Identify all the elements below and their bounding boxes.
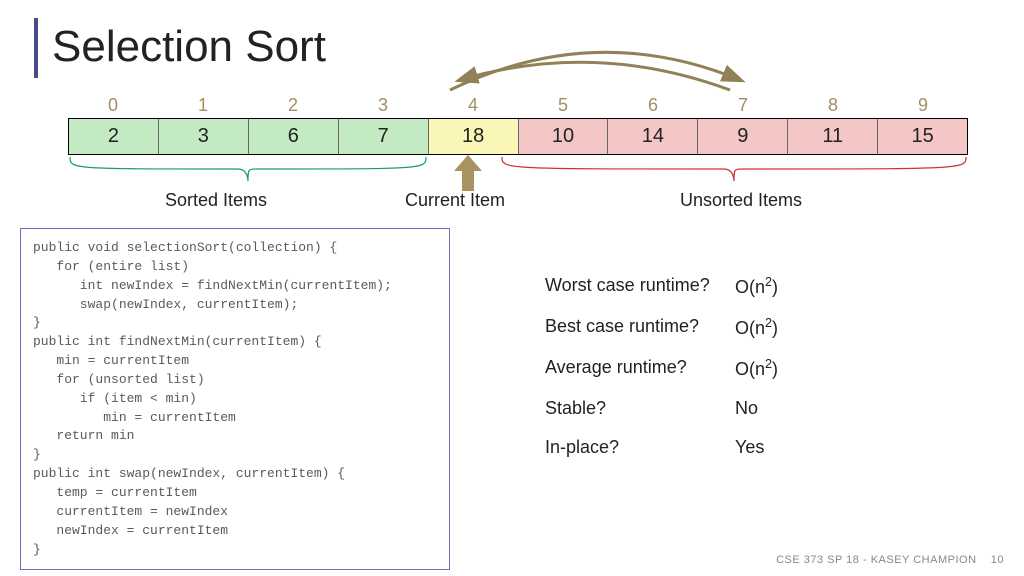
property-row: Average runtime?O(n2) — [545, 357, 778, 380]
property-label: Best case runtime? — [545, 316, 735, 339]
property-label: Stable? — [545, 398, 735, 419]
array-index: 4 — [428, 95, 518, 118]
brace-sorted-icon — [68, 155, 428, 185]
array-visualization: 0123456789 236718101491115 — [68, 95, 968, 155]
footer-credit: CSE 373 SP 18 - KASEY CHAMPION 10 — [776, 554, 1004, 566]
array-cell: 3 — [159, 119, 249, 154]
array-index: 5 — [518, 95, 608, 118]
array-index: 3 — [338, 95, 428, 118]
array-cell: 6 — [249, 119, 339, 154]
page-title: Selection Sort — [52, 22, 326, 72]
property-value: O(n2) — [735, 275, 778, 298]
property-row: In-place?Yes — [545, 437, 778, 458]
array-cell: 11 — [788, 119, 878, 154]
property-row: Best case runtime?O(n2) — [545, 316, 778, 339]
array-index: 7 — [698, 95, 788, 118]
unsorted-label: Unsorted Items — [680, 190, 802, 211]
current-label: Current Item — [405, 190, 505, 211]
array-index: 6 — [608, 95, 698, 118]
array-index: 1 — [158, 95, 248, 118]
code-listing: public void selectionSort(collection) { … — [20, 228, 450, 570]
property-label: Average runtime? — [545, 357, 735, 380]
property-row: Worst case runtime?O(n2) — [545, 275, 778, 298]
property-label: In-place? — [545, 437, 735, 458]
property-label: Worst case runtime? — [545, 275, 735, 298]
array-cell: 2 — [69, 119, 159, 154]
sorted-label: Sorted Items — [165, 190, 267, 211]
complexity-table: Worst case runtime?O(n2)Best case runtim… — [545, 275, 778, 476]
swap-arrows-icon — [430, 20, 760, 100]
array-index: 9 — [878, 95, 968, 118]
current-item-arrow-icon — [454, 155, 482, 191]
array-index: 8 — [788, 95, 878, 118]
property-row: Stable?No — [545, 398, 778, 419]
array-cell: 18 — [429, 119, 519, 154]
array-cell: 14 — [608, 119, 698, 154]
title-accent-bar — [34, 18, 38, 78]
array-cell: 7 — [339, 119, 429, 154]
array-cell: 9 — [698, 119, 788, 154]
property-value: Yes — [735, 437, 764, 458]
property-value: O(n2) — [735, 316, 778, 339]
property-value: No — [735, 398, 758, 419]
brace-unsorted-icon — [500, 155, 968, 185]
array-index: 2 — [248, 95, 338, 118]
array-cell: 10 — [519, 119, 609, 154]
array-index: 0 — [68, 95, 158, 118]
property-value: O(n2) — [735, 357, 778, 380]
array-cell: 15 — [878, 119, 967, 154]
